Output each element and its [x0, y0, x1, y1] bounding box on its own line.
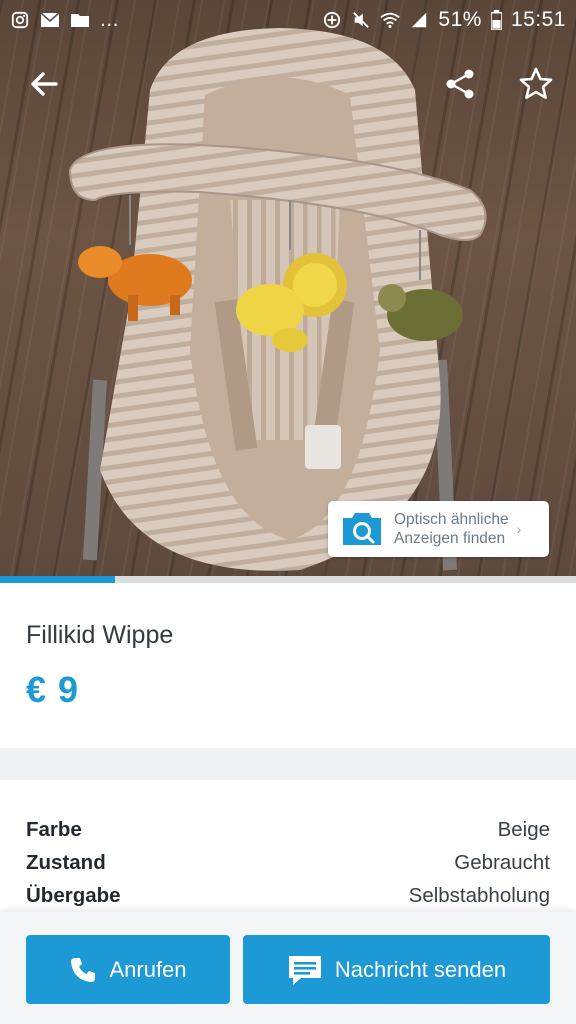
visual-search-line1: Optisch ähnliche [394, 511, 509, 528]
visual-search-button[interactable]: Optisch ähnliche Anzeigen finden › [328, 501, 549, 557]
listing-price: € 9 [26, 669, 80, 710]
chat-icon [287, 954, 323, 986]
status-ellipsis: ... [100, 8, 120, 31]
bottom-action-bar: Anrufen Nachricht senden [0, 912, 576, 1024]
detail-key: Farbe [26, 818, 82, 841]
phone-icon [69, 956, 97, 984]
listing-photo[interactable]: ... 51% 15:51 Optisch ähnliche Anzeigen … [0, 0, 576, 583]
detail-key: Übergabe [26, 884, 121, 907]
message-button[interactable]: Nachricht senden [243, 935, 550, 1004]
detail-value: Gebraucht [454, 851, 550, 874]
listing-header-card: Fillikid Wippe € 9 [0, 583, 576, 748]
wifi-icon [380, 12, 401, 28]
detail-row-zustand: Zustand Gebraucht [26, 851, 550, 875]
share-button[interactable] [438, 62, 482, 106]
favorite-button[interactable] [514, 62, 558, 106]
signal-icon [412, 12, 427, 28]
star-outline-icon [519, 67, 553, 99]
folder-icon [71, 14, 89, 27]
detail-value: Selbstabholung [408, 884, 550, 907]
visual-search-line2: Anzeigen finden [394, 530, 506, 547]
arrow-back-icon [31, 72, 58, 96]
status-bar: ... 51% 15:51 [0, 0, 576, 40]
gallery-progress-fill [0, 576, 116, 583]
data-saver-icon [324, 11, 341, 29]
share-icon [446, 69, 474, 99]
gallery-progress [0, 576, 576, 583]
battery-percent: 51% [438, 8, 482, 31]
battery-icon [490, 10, 502, 30]
detail-value: Beige [497, 818, 550, 841]
mute-icon [353, 12, 370, 28]
camera-search-icon [338, 509, 386, 549]
clock: 15:51 [510, 8, 566, 31]
back-button[interactable] [22, 62, 66, 106]
instagram-icon [11, 11, 29, 29]
call-button[interactable]: Anrufen [26, 935, 230, 1004]
detail-row-farbe: Farbe Beige [26, 818, 550, 842]
detail-key: Zustand [26, 851, 106, 874]
message-button-label: Nachricht senden [334, 956, 507, 982]
listing-title: Fillikid Wippe [26, 621, 174, 649]
chevron-right-icon: › [516, 521, 522, 537]
mail-icon [40, 12, 60, 27]
call-button-label: Anrufen [109, 956, 187, 982]
baby-bouncer-image [68, 28, 487, 571]
detail-row-uebergabe: Übergabe Selbstabholung [26, 884, 550, 908]
